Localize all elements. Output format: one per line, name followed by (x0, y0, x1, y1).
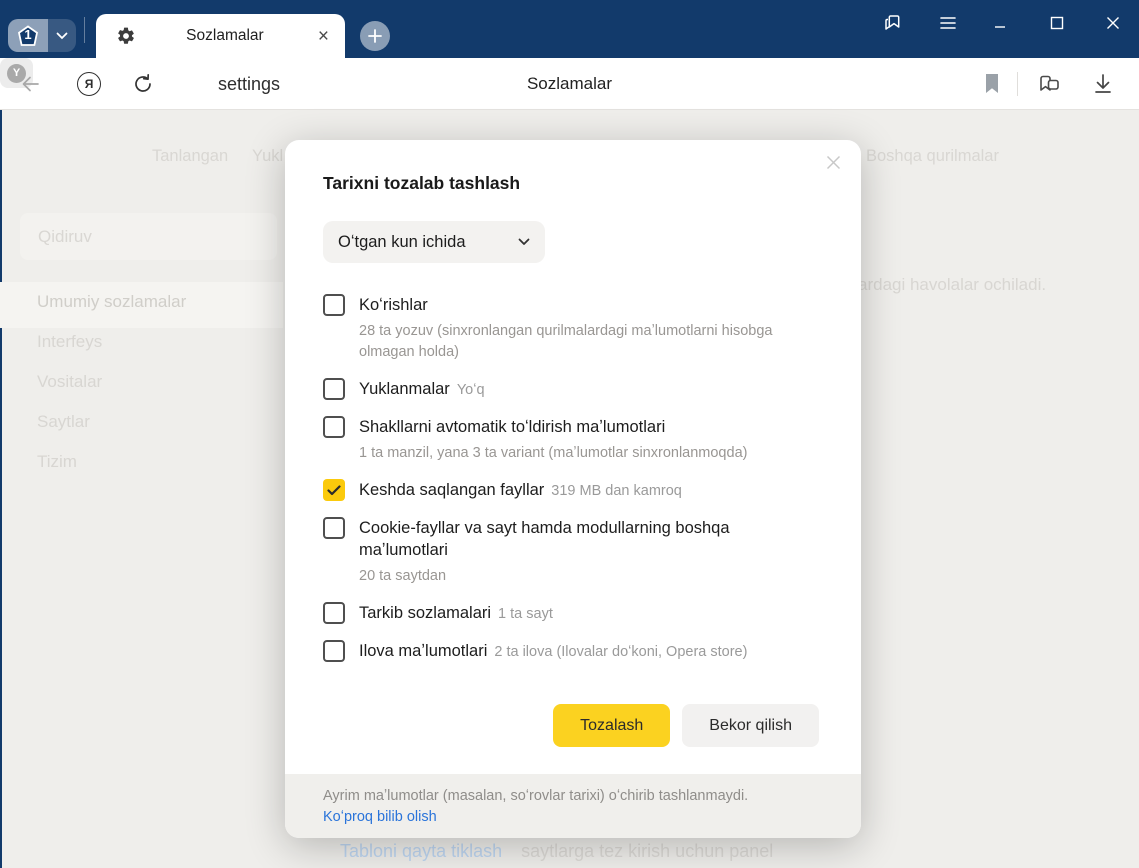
browser-tab-settings[interactable]: Sozlamalar × (96, 14, 345, 58)
maximize-icon (1050, 16, 1064, 30)
checkbox-shakllar[interactable] (323, 416, 345, 438)
plus-icon (368, 29, 382, 43)
clear-item-detail: 319 MB dan kamroq (551, 483, 682, 499)
panels-button[interactable] (880, 11, 906, 35)
close-icon (826, 155, 840, 169)
chevron-down-icon (518, 238, 530, 245)
bg-tab-boshqa-qurilmalar[interactable]: Boshqa qurilmalar (866, 147, 999, 166)
tab-close-icon[interactable]: × (314, 27, 333, 46)
sidebar-item-vositalar[interactable]: Vositalar (37, 372, 102, 392)
clear-item-label: Cookie-fayllar va sayt hamda modullarnin… (359, 519, 730, 559)
address-toolbar: Я Y settings Sozlamalar (0, 58, 1139, 110)
download-button[interactable] (1088, 58, 1118, 110)
clear-item-label: Shakllarni avtomatik toʻldirish maʼlumot… (359, 418, 666, 436)
clear-history-dialog: Tarixni tozalab tashlash Oʻtgan kun ichi… (285, 140, 861, 838)
clear-item-label: Yuklanmalar (359, 380, 450, 398)
tab-counter[interactable]: 1 (8, 19, 76, 52)
collections-button[interactable] (1032, 58, 1066, 110)
bg-bottom-row: Tabloni qayta tiklash saytlarga tez kiri… (340, 841, 773, 862)
close-window-button[interactable] (1100, 11, 1126, 35)
sidebar-item-saytlar[interactable]: Saytlar (37, 412, 90, 432)
clear-button[interactable]: Tozalash (553, 704, 671, 747)
check-icon (327, 484, 341, 495)
menu-button[interactable] (935, 11, 961, 35)
window-edge (0, 110, 2, 868)
dialog-close-button[interactable] (821, 150, 845, 174)
clear-item-detail: Yoʻq (456, 382, 485, 398)
clear-item-detail: 2 ta ilova (Ilovalar doʻkoni, Opera stor… (494, 644, 748, 660)
learn-more-link[interactable]: Koʻproq bilib olish (323, 809, 819, 825)
back-button[interactable] (16, 58, 46, 110)
download-icon (1095, 74, 1111, 93)
clear-item-sub: 20 ta saytdan (359, 568, 447, 584)
bg-text-fragment: ardagi havolalar ochiladi. (858, 275, 1047, 294)
clear-item-row: Keshda saqlangan fayllar 319 MB dan kamro… (323, 479, 819, 502)
time-range-select[interactable]: Oʻtgan kun ichida (323, 221, 545, 263)
bookmarks-panel-icon (885, 15, 900, 30)
cancel-button[interactable]: Bekor qilish (682, 704, 819, 747)
clear-item-detail: 1 ta sayt (498, 606, 553, 622)
toolbar-divider (1017, 72, 1018, 96)
refresh-button[interactable] (128, 58, 158, 110)
refresh-icon (135, 73, 151, 92)
tab-title: Sozlamalar (186, 27, 264, 44)
search-placeholder: Qidiruv (38, 226, 92, 246)
dialog-footer: Ayrim maʼlumotlar (masalan, soʻrovlar ta… (285, 774, 861, 838)
sidebar-item-interfeys[interactable]: Interfeys (37, 332, 102, 352)
gear-icon (118, 27, 134, 44)
chevron-down-icon (56, 32, 68, 39)
clear-item-row: Ilova maʼlumotlari 2 ta ilova (Ilovalar d… (323, 640, 819, 663)
clear-item-row: Shakllarni avtomatik toʻldirish maʼlumot… (323, 416, 819, 464)
minimize-icon (995, 26, 1005, 28)
address-page-title: Sozlamalar (526, 74, 613, 93)
sidebar-item-umumiy-sozlamalar[interactable]: Umumiy sozlamalar (37, 292, 186, 312)
checkbox-kesh[interactable] (323, 479, 345, 501)
address-input[interactable]: settings (218, 58, 280, 110)
close-icon (1107, 17, 1119, 29)
checkbox-yuklanmalar[interactable] (323, 378, 345, 400)
tab-count: 1 (24, 26, 32, 42)
time-range-value: Oʻtgan kun ichida (338, 232, 466, 251)
clear-item-row: Yuklanmalar Yoʻq (323, 378, 819, 401)
yandex-logo-icon: Я (77, 72, 101, 96)
reset-tableau-link[interactable]: Tabloni qayta tiklash (340, 841, 502, 861)
minimize-button[interactable] (988, 11, 1014, 35)
back-arrow-icon (22, 76, 39, 92)
checkbox-tarkib[interactable] (323, 602, 345, 624)
reset-tableau-caption: saytlarga tez kirish uchun panel (521, 841, 774, 861)
clear-item-sub: 28 ta yozuv (sinxronlangan qurilmalardag… (359, 323, 773, 360)
titlebar: 1 Sozlamalar × (0, 0, 1139, 58)
collections-icon (1040, 75, 1059, 91)
tab-list-dropdown[interactable] (48, 19, 76, 52)
settings-search-input[interactable]: Qidiruv (20, 213, 277, 260)
maximize-button[interactable] (1044, 11, 1070, 35)
clear-item-label: Ilova maʼlumotlari (359, 642, 488, 660)
checkbox-korishlar[interactable] (323, 294, 345, 316)
bookmark-button[interactable] (978, 58, 1006, 110)
clear-item-label: Koʻrishlar (359, 296, 428, 314)
clear-item-row: Tarkib sozlamalari 1 ta sayt (323, 602, 819, 625)
clear-item-row: Cookie-fayllar va sayt hamda modullarnin… (323, 517, 819, 587)
titlebar-divider (84, 17, 85, 43)
clear-item-label: Tarkib sozlamalari (359, 604, 492, 622)
clear-item-sub: 1 ta manzil, yana 3 ta variant (maʼlumot… (359, 445, 748, 461)
dialog-title: Tarixni tozalab tashlash (323, 173, 521, 193)
tab-counter-badge[interactable]: 1 (8, 19, 48, 52)
footer-note: Ayrim maʼlumotlar (masalan, soʻrovlar ta… (323, 788, 749, 804)
bg-tab-yuklanmalar[interactable]: Yukl (252, 147, 283, 166)
sidebar-item-tizim[interactable]: Tizim (37, 452, 77, 472)
hamburger-menu-icon (940, 17, 956, 29)
checkbox-ilova[interactable] (323, 640, 345, 662)
checkbox-cookie[interactable] (323, 517, 345, 539)
clear-item-label: Keshda saqlangan fayllar (359, 481, 545, 499)
bookmark-flag-icon (986, 74, 998, 93)
bg-tab-tanlangan[interactable]: Tanlangan (152, 147, 228, 166)
new-tab-button[interactable] (360, 21, 390, 51)
clear-item-row: Koʻrishlar 28 ta yozuv (sinxronlangan qu… (323, 294, 819, 363)
yandex-button[interactable]: Я (74, 58, 104, 110)
